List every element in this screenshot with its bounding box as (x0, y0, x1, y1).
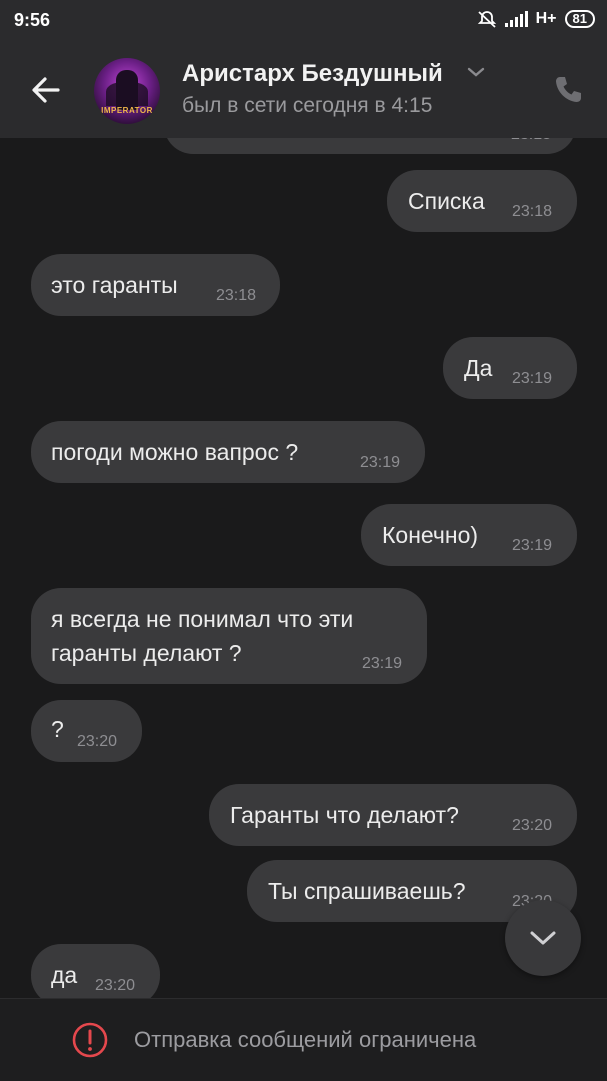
status-bar: 9:56 H+ 81 (0, 0, 607, 42)
battery-icon: 81 (564, 10, 595, 28)
chat-header: IMPERATOR Аристарх Бездушный был в сети … (0, 42, 607, 138)
avatar[interactable]: IMPERATOR (94, 58, 160, 124)
message-text: я всегда не понимал что эти гаранты дела… (51, 606, 354, 666)
bell-muted-icon (477, 11, 496, 28)
signal-icon (504, 11, 528, 27)
message-out[interactable]: Списка 23:18 (387, 170, 577, 232)
message-in[interactable]: ? 23:20 (31, 700, 142, 762)
network-type: H+ (535, 10, 557, 27)
avatar-caption: IMPERATOR (101, 106, 153, 115)
message-time: 23:18 (216, 287, 257, 304)
message-text: Конечно) (382, 522, 479, 548)
message-text: это гаранты (51, 272, 178, 298)
message-text: Да (464, 355, 493, 381)
message-time: 23:19 (360, 454, 401, 471)
message-in[interactable]: это гаранты 23:18 (31, 254, 280, 316)
message-time: 23:19 (512, 370, 553, 387)
message-text: Списка (408, 188, 485, 214)
message-time: 23:20 (77, 733, 118, 750)
message-text: погоди можно вапрос ? (51, 439, 299, 465)
status-icons: H+ 81 (477, 9, 595, 29)
message-time: 23:20 (512, 817, 553, 834)
contact-status: был в сети сегодня в 4:15 (182, 94, 433, 117)
composer-restricted-bar: Отправка сообщений ограничена (0, 998, 607, 1081)
chevron-down-icon (530, 931, 556, 945)
arrow-left-icon[interactable] (26, 70, 66, 110)
message-in[interactable]: я всегда не понимал что эти гаранты дела… (31, 588, 427, 684)
message-out[interactable]: Гаранты что делают? 23:20 (209, 784, 577, 846)
message-time: 23:19 (512, 537, 553, 554)
phone-icon[interactable] (552, 74, 584, 106)
message-in[interactable]: погоди можно вапрос ? 23:19 (31, 421, 425, 483)
message-text: Ты спрашиваешь? (268, 878, 466, 904)
restriction-notice: Отправка сообщений ограничена (134, 1027, 477, 1052)
message-text: ? (51, 716, 64, 742)
message-time: 23:20 (95, 977, 136, 994)
message-out[interactable]: Да 23:19 (443, 337, 577, 399)
message-text: Гаранты что делают? (230, 802, 459, 828)
message-text: да (51, 962, 78, 988)
message-time: 23:19 (362, 655, 403, 672)
status-time: 9:56 (14, 10, 51, 30)
message-time: 23:18 (512, 203, 553, 220)
message-out[interactable]: Конечно) 23:19 (361, 504, 577, 566)
contact-name[interactable]: Аристарх Бездушный (182, 60, 443, 88)
chevron-down-icon[interactable] (466, 64, 486, 80)
scroll-down-button[interactable] (505, 900, 581, 976)
message-in[interactable]: да 23:20 (31, 944, 160, 1006)
alert-circle-icon (72, 1022, 108, 1058)
